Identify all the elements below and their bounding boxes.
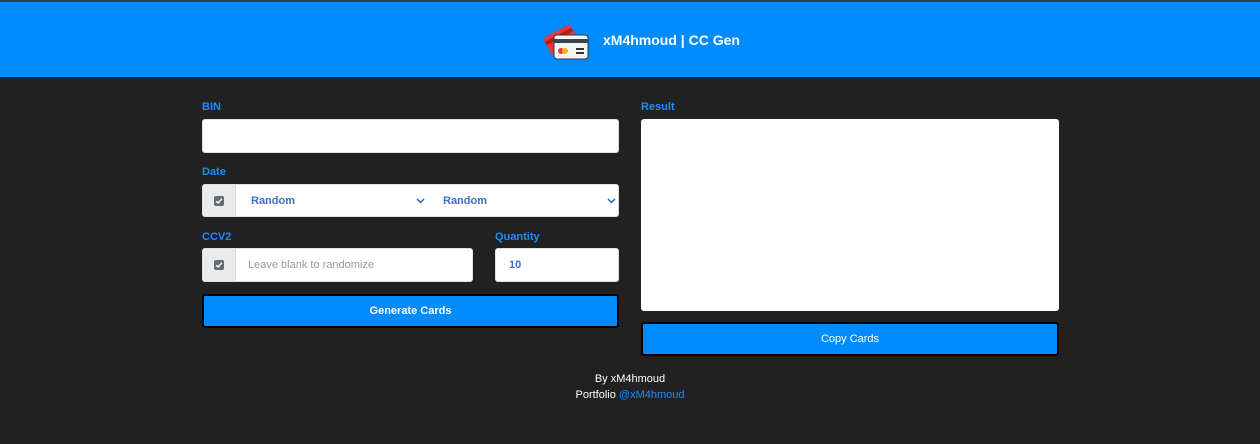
checkbox-checked-icon xyxy=(214,260,224,270)
bin-label: BIN xyxy=(202,101,221,113)
quantity-value: 10 xyxy=(509,259,522,271)
ccv-field-group: Leave blank to randomize xyxy=(202,248,473,282)
ccv-label: CCV2 xyxy=(202,231,232,243)
date-field-group: Random Random xyxy=(202,184,619,217)
checkbox-checked-icon xyxy=(214,195,224,206)
generate-cards-button[interactable]: Generate Cards xyxy=(202,294,619,328)
year-select[interactable]: Random xyxy=(443,185,613,216)
result-label: Result xyxy=(641,101,675,113)
portfolio-text: Portfolio xyxy=(575,389,616,401)
page-title: xM4hmoud | CC Gen xyxy=(603,32,740,48)
chevron-down-icon xyxy=(416,198,425,204)
year-select-value: Random xyxy=(443,194,487,207)
month-select[interactable]: Random xyxy=(251,185,433,216)
ccv-input[interactable]: Leave blank to randomize xyxy=(248,259,374,271)
date-random-toggle[interactable] xyxy=(203,185,236,216)
copy-cards-button[interactable]: Copy Cards xyxy=(641,322,1059,356)
chevron-down-icon xyxy=(607,198,616,204)
footer-author: By xM4hmoud xyxy=(594,373,666,385)
quantity-input[interactable]: 10 xyxy=(495,248,619,282)
quantity-label: Quantity xyxy=(495,231,540,243)
portfolio-link[interactable]: @xM4hmoud xyxy=(619,389,685,401)
bin-input[interactable] xyxy=(202,119,619,153)
footer-portfolio: Portfolio @xM4hmoud xyxy=(0,388,1260,403)
ccv-random-toggle[interactable] xyxy=(203,249,236,281)
credit-card-logo-icon xyxy=(544,25,589,60)
app-header: xM4hmoud | CC Gen xyxy=(0,2,1260,77)
result-textarea[interactable] xyxy=(641,119,1059,311)
date-label: Date xyxy=(202,166,226,178)
month-select-value: Random xyxy=(251,194,295,207)
